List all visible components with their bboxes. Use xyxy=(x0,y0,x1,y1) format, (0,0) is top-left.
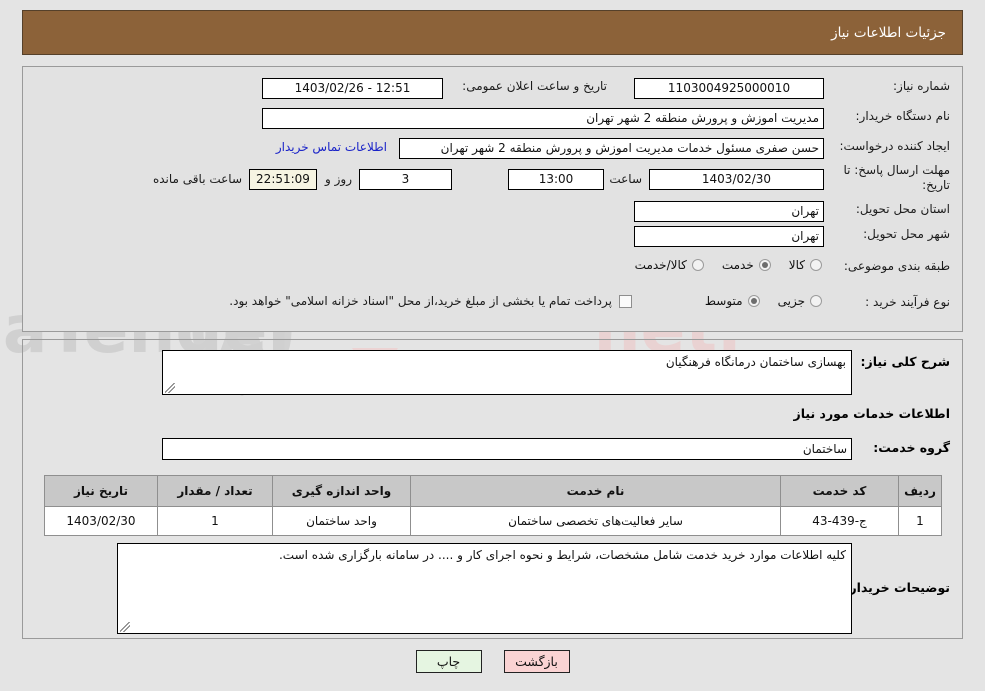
treasury-checkbox[interactable] xyxy=(619,294,632,308)
request-creator-label: ایجاد کننده درخواست: xyxy=(839,139,950,153)
purchase-process-label: نوع فرآیند خرید : xyxy=(865,295,950,309)
buyer-notes-textarea[interactable]: کلیه اطلاعات موارد خرید خدمت شامل مشخصات… xyxy=(117,543,852,634)
need-number-label: شماره نیاز: xyxy=(893,79,950,93)
th-service-code: کد خدمت xyxy=(780,475,899,507)
cell-quantity: 1 xyxy=(157,506,273,536)
delivery-province-label: استان محل تحویل: xyxy=(855,202,950,216)
deadline-days-field[interactable]: 3 xyxy=(359,169,452,190)
table-header-row: ردیف کد خدمت نام خدمت واحد اندازه گیری ت… xyxy=(44,475,942,507)
radio-circle-icon xyxy=(810,295,822,307)
category-radio-kala[interactable]: کالا xyxy=(789,258,822,272)
footer-buttons: بازگشت چاپ xyxy=(0,650,985,673)
announce-datetime-label: تاریخ و ساعت اعلان عمومی: xyxy=(462,79,607,93)
radio-circle-icon xyxy=(691,259,704,271)
buyer-org-field[interactable]: مدیریت اموزش و پرورش منطقه 2 شهر تهران xyxy=(262,108,824,129)
deadline-label: مهلت ارسال پاسخ: تا تاریخ: xyxy=(843,163,950,192)
cell-unit: واحد ساختمان xyxy=(272,506,411,536)
th-need-date: تاریخ نیاز xyxy=(44,475,158,507)
th-unit: واحد اندازه گیری xyxy=(272,475,411,507)
category-label: طبقه بندی موضوعی: xyxy=(843,259,950,273)
th-service-name: نام خدمت xyxy=(410,475,781,507)
cell-service-code: ج-439-43 xyxy=(780,506,899,536)
purchase-radio-motevaset[interactable]: متوسط xyxy=(705,294,760,308)
print-button[interactable]: چاپ xyxy=(415,650,482,673)
general-desc-textarea[interactable]: بهسازی ساختمان درمانگاه فرهنگیان xyxy=(162,350,852,395)
services-section-title: اطلاعات خدمات مورد نیاز xyxy=(793,406,951,421)
cell-row-no: 1 xyxy=(898,506,942,536)
category-radio-khedmat[interactable]: خدمت xyxy=(722,258,771,272)
delivery-province-field[interactable]: تهران xyxy=(634,201,824,222)
radio-circle-icon xyxy=(747,295,760,307)
deadline-countdown-field: 22:51:09 xyxy=(249,169,317,190)
back-button[interactable]: بازگشت xyxy=(503,650,570,673)
buyer-contact-link[interactable]: اطلاعات تماس خریدار xyxy=(276,140,387,154)
cell-need-date: 1403/02/30 xyxy=(44,506,158,536)
purchase-radio-jozi[interactable]: جزیی xyxy=(778,294,822,308)
page-header: جزئیات اطلاعات نیاز xyxy=(22,10,963,55)
delivery-city-field[interactable]: تهران xyxy=(634,226,824,247)
radio-circle-icon xyxy=(758,259,771,271)
deadline-hour-field[interactable]: 13:00 xyxy=(508,169,604,190)
buyer-notes-label: توضیحات خریدار: xyxy=(844,580,950,595)
need-summary-panel: شماره نیاز: 1103004925000010 تاریخ و ساع… xyxy=(22,66,963,332)
page-title: جزئیات اطلاعات نیاز xyxy=(831,24,946,41)
treasury-note-text: پرداخت تمام یا بخشی از مبلغ خرید،از محل … xyxy=(229,294,612,308)
table-row[interactable]: 1 ج-439-43 سایر فعالیت‌های تخصصی ساختمان… xyxy=(44,506,942,536)
deadline-hour-label: ساعت xyxy=(609,172,642,186)
announce-datetime-field[interactable]: 12:51 - 1403/02/26 xyxy=(262,78,443,99)
treasury-note-row: پرداخت تمام یا بخشی از مبلغ خرید،از محل … xyxy=(229,294,632,308)
category-radio-kala-khedmat[interactable]: کالا/خدمت xyxy=(635,258,704,272)
deadline-date-field[interactable]: 1403/02/30 xyxy=(649,169,824,190)
th-quantity: تعداد / مقدار xyxy=(157,475,273,507)
deadline-countdown-label: ساعت باقی مانده xyxy=(152,172,242,186)
need-number-field[interactable]: 1103004925000010 xyxy=(634,78,824,99)
cell-service-name: سایر فعالیت‌های تخصصی ساختمان xyxy=(410,506,781,536)
services-table-wrapper: ردیف کد خدمت نام خدمت واحد اندازه گیری ت… xyxy=(44,475,942,536)
category-radio-group: کالا خدمت کالا/خدمت xyxy=(635,258,822,272)
service-group-label: گروه خدمت: xyxy=(873,440,950,455)
buyer-org-label: نام دستگاه خریدار: xyxy=(855,109,951,123)
services-table: ردیف کد خدمت نام خدمت واحد اندازه گیری ت… xyxy=(44,475,942,536)
request-creator-field[interactable]: حسن صفری مسئول خدمات مدیریت اموزش و پرور… xyxy=(399,138,824,159)
deadline-days-label: روز و xyxy=(325,172,352,186)
general-desc-label: شرح کلی نیاز: xyxy=(860,354,950,369)
delivery-city-label: شهر محل تحویل: xyxy=(863,227,950,241)
purchase-process-radio-group: جزیی متوسط xyxy=(705,294,822,308)
service-group-field[interactable]: ساختمان xyxy=(162,438,852,460)
radio-circle-icon xyxy=(810,259,822,271)
th-row-no: ردیف xyxy=(898,475,942,507)
